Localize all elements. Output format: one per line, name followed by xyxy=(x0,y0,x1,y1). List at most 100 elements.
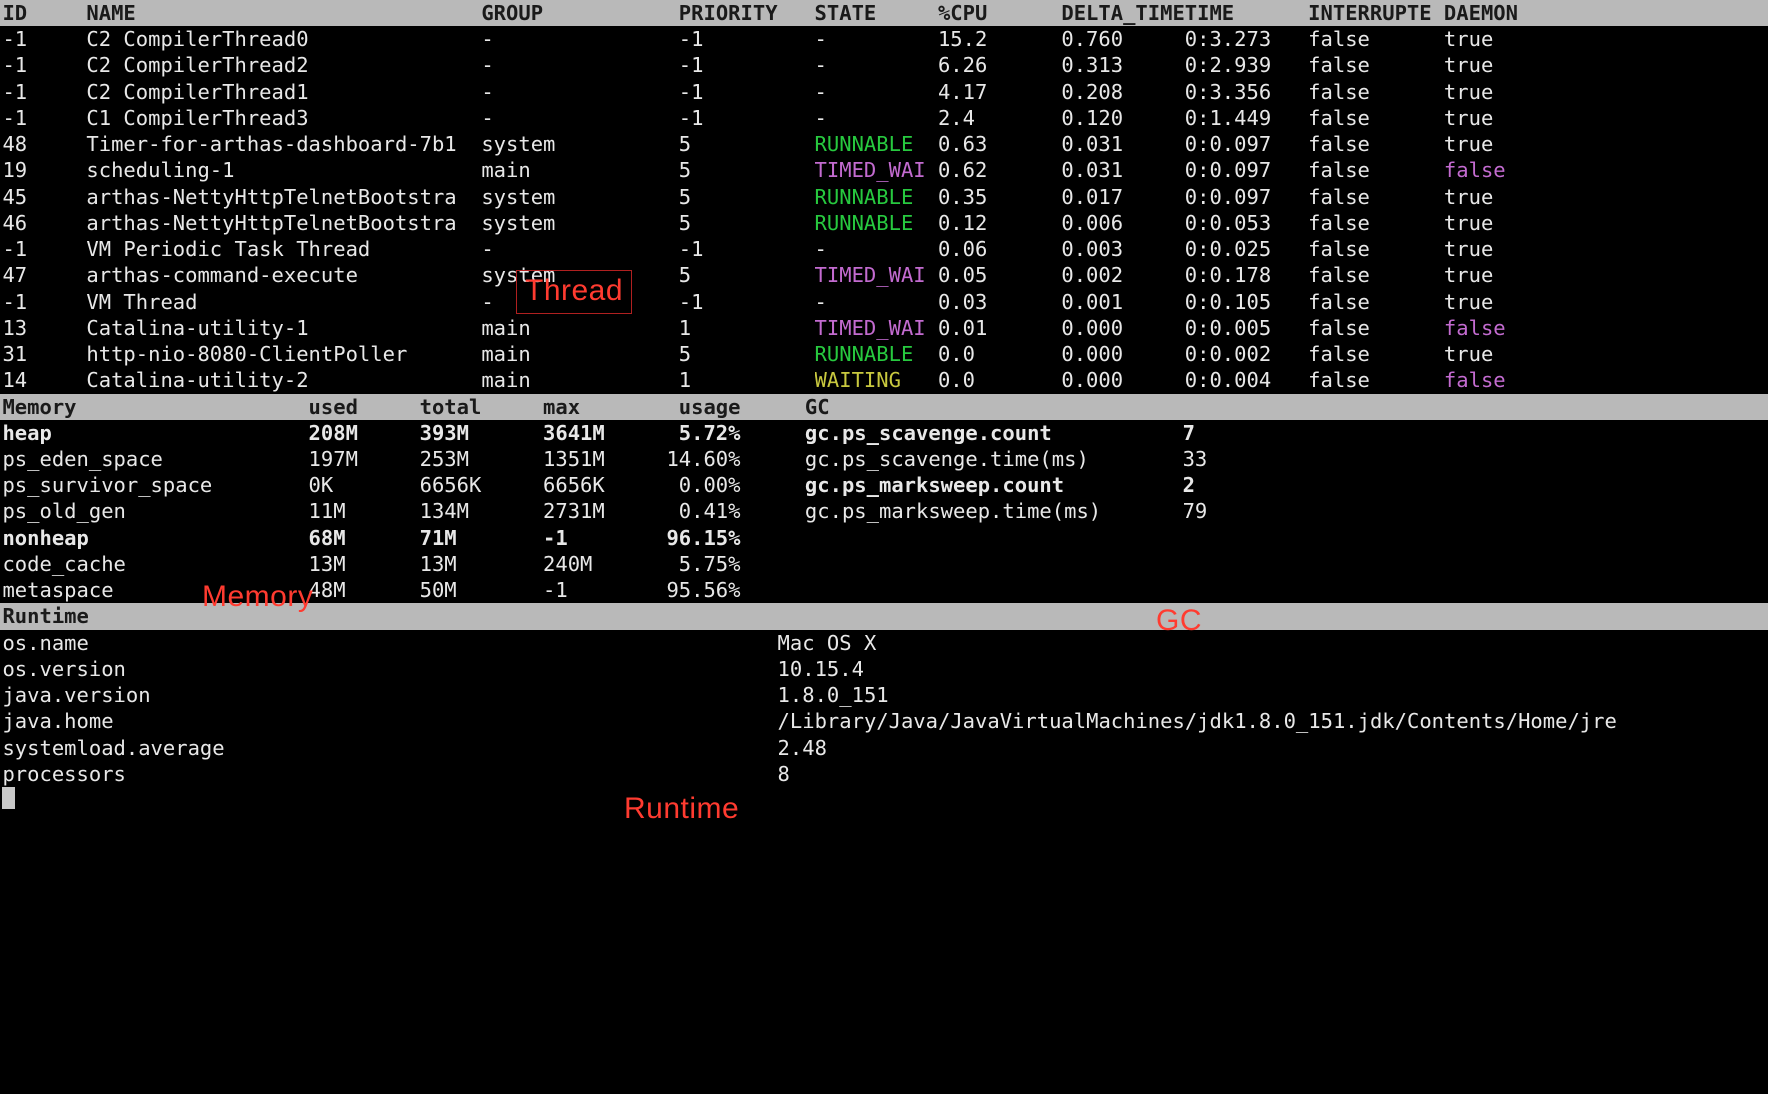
runtime-key: os.name xyxy=(0,630,778,656)
gc-name: gc.ps_scavenge.time(ms) xyxy=(800,446,1183,472)
mem-total: 6656K xyxy=(420,472,543,498)
gc-row: gc.ps_marksweep.count2 xyxy=(800,472,1768,498)
thread-row: -1VM Periodic Task Thread--1-0.060.0030:… xyxy=(0,236,1768,262)
mem-usage: 96.15% xyxy=(666,525,765,551)
mem-usage: 5.72% xyxy=(666,420,765,446)
thread-daemon: true xyxy=(1444,210,1518,236)
thread-id: 13 xyxy=(0,315,86,341)
thread-cpu: 0.35 xyxy=(938,184,1061,210)
thread-interrupted: false xyxy=(1308,105,1444,131)
memory-row: ps_eden_space197M253M1351M14.60% xyxy=(0,446,800,472)
thread-group: main xyxy=(481,157,678,183)
mem-name: metaspace xyxy=(0,577,309,603)
mem-usage: 0.41% xyxy=(666,498,765,524)
thread-interrupted: false xyxy=(1308,210,1444,236)
gc-value: 79 xyxy=(1183,498,1331,524)
thread-priority: 5 xyxy=(679,341,815,367)
thread-delta: 0.000 xyxy=(1061,341,1184,367)
thread-name: VM Thread xyxy=(86,289,481,315)
thread-group: - xyxy=(481,289,678,315)
thread-group: main xyxy=(481,367,678,393)
mem-total: 13M xyxy=(420,551,543,577)
thread-interrupted: false xyxy=(1308,341,1444,367)
th-cpu: %CPU xyxy=(938,0,1061,26)
thread-state: RUNNABLE xyxy=(815,184,938,210)
thread-name: C2 CompilerThread2 xyxy=(86,52,481,78)
thread-interrupted: false xyxy=(1308,315,1444,341)
thread-priority: -1 xyxy=(679,26,815,52)
thread-delta: 0.001 xyxy=(1061,289,1184,315)
thread-interrupted: false xyxy=(1308,131,1444,157)
thread-cpu: 0.06 xyxy=(938,236,1061,262)
thread-row: -1VM Thread--1-0.030.0010:0.105falsetrue xyxy=(0,289,1768,315)
mem-name: ps_eden_space xyxy=(0,446,309,472)
thread-name: Catalina-utility-1 xyxy=(86,315,481,341)
gc-value: 7 xyxy=(1183,420,1331,446)
thread-interrupted: false xyxy=(1308,52,1444,78)
thread-time: 0:0.097 xyxy=(1185,131,1308,157)
thread-row: -1C2 CompilerThread1--1-4.170.2080:3.356… xyxy=(0,79,1768,105)
thread-interrupted: false xyxy=(1308,367,1444,393)
memory-row: heap208M393M3641M5.72% xyxy=(0,420,800,446)
thread-daemon: false xyxy=(1444,367,1518,393)
cursor-icon xyxy=(2,787,14,809)
thread-group: system xyxy=(481,184,678,210)
mem-usage: 14.60% xyxy=(666,446,765,472)
thread-cpu: 0.03 xyxy=(938,289,1061,315)
runtime-row: processors8 xyxy=(0,761,1768,787)
thread-daemon: false xyxy=(1444,315,1518,341)
thread-daemon: true xyxy=(1444,236,1518,262)
prompt-row[interactable] xyxy=(0,787,1768,809)
th-name: NAME xyxy=(86,0,481,26)
mem-max: -1 xyxy=(543,525,666,551)
mem-total: 253M xyxy=(420,446,543,472)
thread-name: Catalina-utility-2 xyxy=(86,367,481,393)
thread-delta: 0.000 xyxy=(1061,367,1184,393)
memory-row: code_cache13M13M240M5.75% xyxy=(0,551,800,577)
thread-cpu: 0.05 xyxy=(938,262,1061,288)
thread-delta: 0.017 xyxy=(1061,184,1184,210)
th-time: TIME xyxy=(1185,0,1308,26)
thread-time: 0:0.178 xyxy=(1185,262,1308,288)
thread-time: 0:0.004 xyxy=(1185,367,1308,393)
thread-id: -1 xyxy=(0,105,86,131)
thread-group: system xyxy=(481,210,678,236)
mem-max: 3641M xyxy=(543,420,666,446)
thread-state: TIMED_WAI xyxy=(815,157,938,183)
mem-usage: 0.00% xyxy=(666,472,765,498)
thread-cpu: 4.17 xyxy=(938,79,1061,105)
thread-interrupted: false xyxy=(1308,184,1444,210)
thread-delta: 0.208 xyxy=(1061,79,1184,105)
thread-daemon: true xyxy=(1444,79,1518,105)
th-group: GROUP xyxy=(481,0,678,26)
mem-used: 11M xyxy=(309,498,420,524)
gc-name: gc.ps_marksweep.time(ms) xyxy=(800,498,1183,524)
runtime-title: Runtime xyxy=(0,603,89,629)
thread-name: C2 CompilerThread1 xyxy=(86,79,481,105)
mem-used: 197M xyxy=(309,446,420,472)
memory-row: metaspace48M50M-195.56% xyxy=(0,577,800,603)
gc-row: gc.ps_scavenge.time(ms)33 xyxy=(800,446,1768,472)
thread-delta: 0.002 xyxy=(1061,262,1184,288)
mem-max: 240M xyxy=(543,551,666,577)
mem-usage: 5.75% xyxy=(666,551,765,577)
thread-row: -1C1 CompilerThread3--1-2.40.1200:1.449f… xyxy=(0,105,1768,131)
runtime-row: systemload.average2.48 xyxy=(0,735,1768,761)
gc-value: 2 xyxy=(1183,472,1331,498)
thread-daemon: true xyxy=(1444,289,1518,315)
runtime-key: systemload.average xyxy=(0,735,778,761)
thread-header-row: ID NAME GROUP PRIORITY STATE %CPU DELTA_… xyxy=(0,0,1768,26)
runtime-key: processors xyxy=(0,761,778,787)
memory-row: ps_survivor_space0K6656K6656K0.00% xyxy=(0,472,800,498)
thread-cpu: 0.12 xyxy=(938,210,1061,236)
thread-delta: 0.003 xyxy=(1061,236,1184,262)
gc-row: gc.ps_scavenge.count7 xyxy=(800,420,1768,446)
thread-group: main xyxy=(481,341,678,367)
thread-row: 48Timer-for-arthas-dashboard-7b1system5R… xyxy=(0,131,1768,157)
memory-row: ps_old_gen11M134M2731M0.41% xyxy=(0,498,800,524)
thread-state: RUNNABLE xyxy=(815,210,938,236)
runtime-value: 8 xyxy=(778,761,1768,787)
thread-priority: 1 xyxy=(679,315,815,341)
thread-row: -1C2 CompilerThread2--1-6.260.3130:2.939… xyxy=(0,52,1768,78)
thread-row: 19scheduling-1main5TIMED_WAI0.620.0310:0… xyxy=(0,157,1768,183)
